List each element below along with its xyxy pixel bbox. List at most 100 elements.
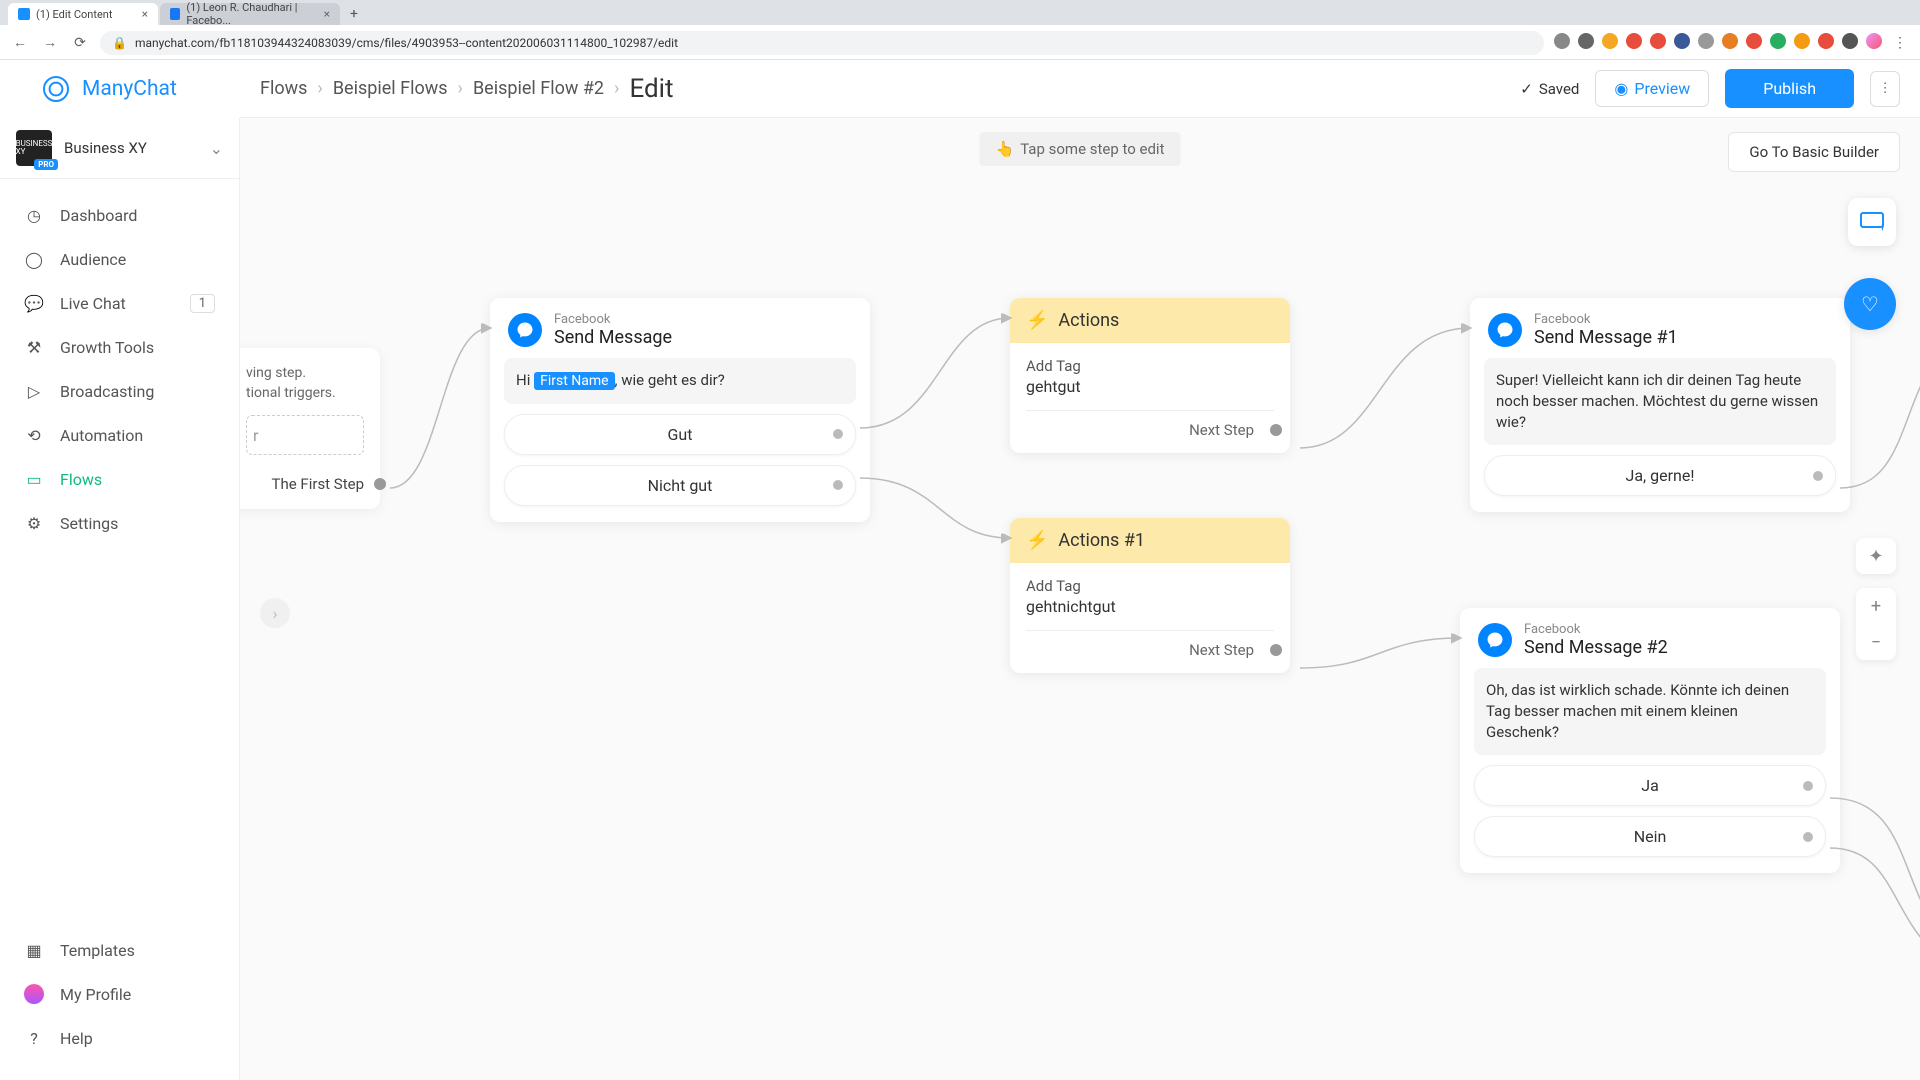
- message-text[interactable]: Super! Vielleicht kann ich dir deinen Ta…: [1484, 358, 1836, 445]
- ext-icon[interactable]: [1722, 33, 1738, 49]
- message-text[interactable]: Oh, das ist wirklich schade. Könnte ich …: [1474, 668, 1826, 755]
- nav-label: My Profile: [60, 985, 131, 1004]
- reply-label: Nein: [1634, 827, 1667, 846]
- auto-layout-button[interactable]: ✦: [1856, 538, 1896, 574]
- ext-icon[interactable]: [1674, 33, 1690, 49]
- text-fragment: r: [253, 426, 258, 445]
- add-step-button[interactable]: ›: [260, 598, 290, 628]
- reply-label: Ja, gerne!: [1626, 466, 1695, 485]
- breadcrumb-item[interactable]: Flows: [260, 78, 307, 99]
- ext-icon[interactable]: [1818, 33, 1834, 49]
- send-message-1-node[interactable]: Facebook Send Message #1 Super! Vielleic…: [1470, 298, 1850, 512]
- profile-icon: [24, 984, 44, 1004]
- action-body: Add Tag gehtnichtgut Next Step: [1010, 563, 1290, 673]
- help-float-button[interactable]: ♡: [1844, 278, 1896, 330]
- breadcrumb-item[interactable]: Beispiel Flow #2: [473, 78, 604, 99]
- sidebar-item-help[interactable]: ?Help: [0, 1016, 239, 1060]
- output-port[interactable]: [1270, 424, 1282, 436]
- nav-label: Live Chat: [60, 294, 126, 313]
- output-port[interactable]: [833, 429, 843, 439]
- breadcrumb-item[interactable]: Beispiel Flows: [333, 78, 448, 99]
- extension-icons: ⋮: [1554, 33, 1910, 53]
- ext-icon[interactable]: [1794, 33, 1810, 49]
- ext-icon[interactable]: [1578, 33, 1594, 49]
- flow-canvas[interactable]: 👆 Tap some step to edit Go To Basic Buil…: [240, 118, 1920, 1080]
- close-icon[interactable]: ×: [324, 7, 330, 21]
- output-port[interactable]: [374, 478, 386, 490]
- close-icon[interactable]: ×: [142, 7, 148, 21]
- menu-icon[interactable]: ⋮: [1890, 33, 1910, 53]
- ext-icon[interactable]: [1746, 33, 1762, 49]
- canvas-hint: 👆 Tap some step to edit: [980, 132, 1181, 166]
- output-port[interactable]: [1813, 471, 1823, 481]
- url-field[interactable]: 🔒 manychat.com/fb118103944324083039/cms/…: [100, 31, 1544, 55]
- sidebar-item-profile[interactable]: My Profile: [0, 972, 239, 1016]
- zoom-in-button[interactable]: +: [1856, 588, 1896, 624]
- add-card-button[interactable]: +: [1848, 198, 1896, 246]
- starter-node[interactable]: ving step. tional triggers. r The First …: [240, 348, 380, 509]
- sidebar-item-livechat[interactable]: 💬Live Chat1: [0, 281, 239, 325]
- sidebar-item-templates[interactable]: ▦Templates: [0, 928, 239, 972]
- ext-icon[interactable]: [1770, 33, 1786, 49]
- workspace-selector[interactable]: BUSINESS XY PRO Business XY ⌄: [0, 118, 239, 179]
- next-step-label: Next Step: [1189, 421, 1254, 439]
- action-body: Add Tag gehtgut Next Step: [1010, 343, 1290, 453]
- quick-reply-ja[interactable]: Ja: [1474, 765, 1826, 806]
- node-body: Super! Vielleicht kann ich dir deinen Ta…: [1470, 358, 1850, 512]
- favicon: [18, 8, 30, 20]
- publish-button[interactable]: Publish: [1725, 69, 1854, 108]
- zoom-out-button[interactable]: −: [1856, 624, 1896, 660]
- quick-reply-gut[interactable]: Gut: [504, 414, 856, 455]
- sidebar-item-growth[interactable]: ⚒Growth Tools: [0, 325, 239, 369]
- ext-icon[interactable]: [1602, 33, 1618, 49]
- nav-label: Settings: [60, 514, 118, 533]
- output-port[interactable]: [1270, 644, 1282, 656]
- sidebar-item-automation[interactable]: ⟲Automation: [0, 413, 239, 457]
- sidebar-item-settings[interactable]: ⚙Settings: [0, 501, 239, 545]
- browser-tab-active[interactable]: (1) Edit Content ×: [8, 3, 158, 25]
- actions-node-1[interactable]: ⚡Actions Add Tag gehtgut Next Step: [1010, 298, 1290, 453]
- back-button[interactable]: ←: [10, 33, 30, 53]
- new-tab-button[interactable]: +: [342, 3, 366, 25]
- workspace-avatar: BUSINESS XY PRO: [16, 130, 52, 166]
- output-port[interactable]: [833, 480, 843, 490]
- profile-avatar[interactable]: [1866, 33, 1882, 49]
- node-title: Send Message #1: [1534, 327, 1678, 348]
- quick-reply-ja-gerne[interactable]: Ja, gerne!: [1484, 455, 1836, 496]
- variable-chip[interactable]: First Name: [534, 372, 614, 390]
- node-header: Facebook Send Message #2: [1460, 608, 1840, 668]
- send-message-2-node[interactable]: Facebook Send Message #2 Oh, das ist wir…: [1460, 608, 1840, 873]
- ext-icon[interactable]: [1698, 33, 1714, 49]
- quick-reply-nichtgut[interactable]: Nicht gut: [504, 465, 856, 506]
- sidebar-item-audience[interactable]: ◯Audience: [0, 237, 239, 281]
- output-port[interactable]: [1803, 832, 1813, 842]
- output-port[interactable]: [1803, 781, 1813, 791]
- sidebar-item-dashboard[interactable]: ◷Dashboard: [0, 193, 239, 237]
- next-step: Next Step: [1026, 421, 1274, 439]
- sidebar-item-flows[interactable]: ▭Flows: [0, 457, 239, 501]
- next-step-label: Next Step: [1189, 641, 1254, 659]
- browser-tab[interactable]: (1) Leon R. Chaudhari | Facebo... ×: [160, 3, 340, 25]
- quick-reply-nein[interactable]: Nein: [1474, 816, 1826, 857]
- trigger-placeholder[interactable]: r: [246, 415, 364, 455]
- forward-button[interactable]: →: [40, 33, 60, 53]
- automation-icon: ⟲: [24, 425, 44, 445]
- actions-node-2[interactable]: ⚡Actions #1 Add Tag gehtnichtgut Next St…: [1010, 518, 1290, 673]
- reload-button[interactable]: ⟳: [70, 33, 90, 53]
- ext-icon[interactable]: [1650, 33, 1666, 49]
- ext-icon[interactable]: [1626, 33, 1642, 49]
- messenger-icon: [1488, 313, 1522, 347]
- more-button[interactable]: ⋮: [1870, 71, 1900, 107]
- message-text[interactable]: Hi First Name, wie geht es dir?: [504, 358, 856, 404]
- preview-button[interactable]: ◉ Preview: [1595, 70, 1709, 107]
- basic-builder-button[interactable]: Go To Basic Builder: [1728, 132, 1900, 172]
- node-header: Facebook Send Message #1: [1470, 298, 1850, 358]
- logo-area[interactable]: ManyChat: [0, 60, 240, 118]
- messenger-icon: [508, 313, 542, 347]
- chevron-right-icon: ›: [317, 78, 322, 99]
- ext-icon[interactable]: [1842, 33, 1858, 49]
- ext-icon[interactable]: [1554, 33, 1570, 49]
- sidebar-item-broadcasting[interactable]: ▷Broadcasting: [0, 369, 239, 413]
- node-body: Oh, das ist wirklich schade. Könnte ich …: [1460, 668, 1840, 873]
- send-message-node[interactable]: Facebook Send Message Hi First Name, wie…: [490, 298, 870, 522]
